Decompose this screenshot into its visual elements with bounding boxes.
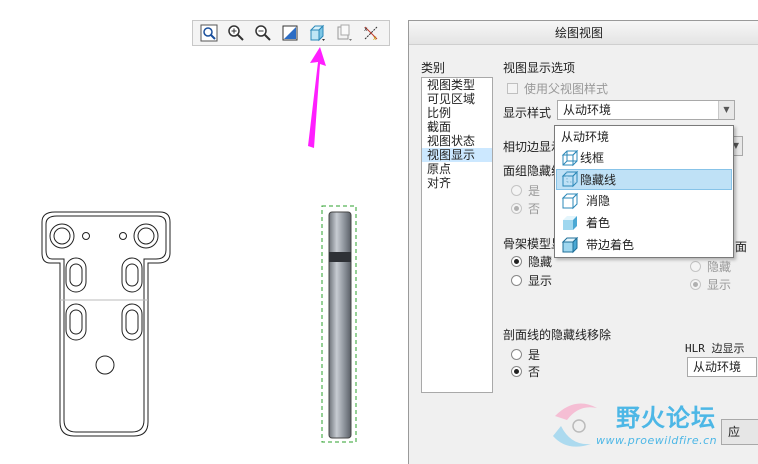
face-group-no-radio[interactable] xyxy=(511,203,522,214)
zoom-fit-icon xyxy=(200,24,218,42)
dropdown-item-label: 着色 xyxy=(586,216,611,230)
hidden-line-icon xyxy=(561,171,579,188)
saved-views-button[interactable] xyxy=(331,22,357,44)
category-item[interactable]: 截面 xyxy=(422,120,492,134)
drawing-canvas[interactable] xyxy=(0,0,400,464)
no-hidden-icon xyxy=(561,193,579,210)
skeleton-show-radio[interactable] xyxy=(511,275,522,286)
dropdown-item-label: 消隐 xyxy=(586,194,611,208)
repaint-icon xyxy=(282,25,298,41)
hlr-combo[interactable]: 从动环境 xyxy=(687,357,757,377)
right-group-label: 面 xyxy=(735,240,748,254)
datum-display-button[interactable]: xx xyxy=(358,22,384,44)
apply-button[interactable]: 应 xyxy=(721,419,758,445)
right-hide-row[interactable]: 隐藏 xyxy=(690,258,731,275)
section-no-radio[interactable] xyxy=(511,366,522,377)
skeleton-hide-radio[interactable] xyxy=(511,256,522,267)
section-no-row[interactable]: 否 xyxy=(511,363,540,380)
section-yes-radio[interactable] xyxy=(511,349,522,360)
shading-edges-icon xyxy=(561,237,579,254)
section-no-label: 否 xyxy=(528,365,541,379)
view-toolbar: xx xyxy=(192,20,390,46)
category-item-selected[interactable]: 视图显示 xyxy=(422,148,492,162)
face-group-yes-row[interactable]: 是 xyxy=(511,182,540,199)
face-group-no-row[interactable]: 否 xyxy=(511,200,540,217)
skeleton-hide-row[interactable]: 隐藏 xyxy=(511,253,552,270)
dropdown-item-label: 隐藏线 xyxy=(580,173,617,187)
wireframe-icon xyxy=(561,150,579,167)
category-label: 类别 xyxy=(421,61,446,75)
display-style-value: 从动环境 xyxy=(563,103,612,117)
category-item[interactable]: 对齐 xyxy=(422,176,492,190)
use-parent-style-label: 使用父视图样式 xyxy=(524,82,609,96)
watermark-logo-icon xyxy=(553,403,597,447)
watermark-url: www.proewildfire.cn xyxy=(596,434,718,447)
svg-text:x: x xyxy=(364,26,368,33)
hlr-value: 从动环境 xyxy=(693,360,742,374)
options-header: 视图显示选项 xyxy=(503,61,576,75)
dropdown-item-label: 带边着色 xyxy=(586,238,635,252)
apply-label: 应 xyxy=(728,425,741,439)
dialog-title: 绘图视图 xyxy=(409,21,758,45)
dropdown-item[interactable]: 线框 xyxy=(556,148,732,169)
repaint-button[interactable] xyxy=(277,22,303,44)
category-list[interactable]: 视图类型 可见区域 比例 截面 视图状态 视图显示 原点 对齐 xyxy=(421,77,493,393)
face-group-no-label: 否 xyxy=(528,202,541,216)
use-parent-style-checkbox[interactable] xyxy=(507,83,518,94)
dropdown-item[interactable]: 着色 xyxy=(556,213,732,234)
skeleton-show-row[interactable]: 显示 xyxy=(511,272,552,289)
category-item[interactable]: 可见区域 xyxy=(422,92,492,106)
section-yes-row[interactable]: 是 xyxy=(511,346,540,363)
display-style-button[interactable] xyxy=(304,22,330,44)
dropdown-item[interactable]: 从动环境 xyxy=(556,127,732,148)
part-side-view xyxy=(328,211,352,439)
skeleton-show-label: 显示 xyxy=(528,274,553,288)
display-style-icon xyxy=(309,24,325,42)
dropdown-item-highlighted[interactable]: 隐藏线 xyxy=(556,169,732,190)
display-style-combo[interactable]: 从动环境 ▼ xyxy=(557,100,735,120)
face-group-yes-label: 是 xyxy=(528,184,541,198)
svg-text:x: x xyxy=(373,35,377,42)
dropdown-item-label: 从动环境 xyxy=(561,130,610,144)
shading-icon xyxy=(563,216,577,230)
right-hide-radio[interactable] xyxy=(690,261,701,272)
section-hidden-label: 剖面线的隐藏线移除 xyxy=(503,328,612,342)
right-show-row[interactable]: 显示 xyxy=(690,276,731,293)
face-group-yes-radio[interactable] xyxy=(511,185,522,196)
zoom-fit-button[interactable] xyxy=(196,22,222,44)
datum-display-icon: xx xyxy=(364,26,378,42)
zoom-out-icon xyxy=(255,25,271,41)
app-window: xx 绘图视图 类别 视图类型 可见区域 比例 截面 视图状态 视图显示 原点 … xyxy=(0,0,758,464)
dropdown-item[interactable]: 消隐 xyxy=(556,191,732,212)
right-show-radio[interactable] xyxy=(690,279,701,290)
hlr-label: HLR 边显示 xyxy=(685,342,745,355)
right-show-label: 显示 xyxy=(707,278,732,292)
category-item[interactable]: 原点 xyxy=(422,162,492,176)
right-hide-label: 隐藏 xyxy=(707,260,732,274)
zoom-out-button[interactable] xyxy=(250,22,276,44)
category-item[interactable]: 视图状态 xyxy=(422,134,492,148)
use-parent-style-row: 使用父视图样式 xyxy=(507,80,608,97)
zoom-in-button[interactable] xyxy=(223,22,249,44)
saved-views-icon xyxy=(337,24,352,41)
skeleton-hide-label: 隐藏 xyxy=(528,255,553,269)
annotation-arrow xyxy=(308,47,326,148)
category-item[interactable]: 比例 xyxy=(422,106,492,120)
part-front-view xyxy=(41,211,171,437)
dropdown-item-label: 线框 xyxy=(580,151,605,165)
dropdown-item[interactable]: 带边着色 xyxy=(556,235,732,256)
watermark-text: 野火论坛 xyxy=(616,404,716,432)
display-style-dropdown[interactable]: 从动环境 线框 隐藏线 消隐 着色 带边着色 xyxy=(554,125,734,258)
category-item[interactable]: 视图类型 xyxy=(422,78,492,92)
zoom-in-icon xyxy=(228,25,244,41)
section-yes-label: 是 xyxy=(528,348,541,362)
chevron-down-icon[interactable]: ▼ xyxy=(718,101,734,119)
display-style-label: 显示样式 xyxy=(503,106,552,120)
